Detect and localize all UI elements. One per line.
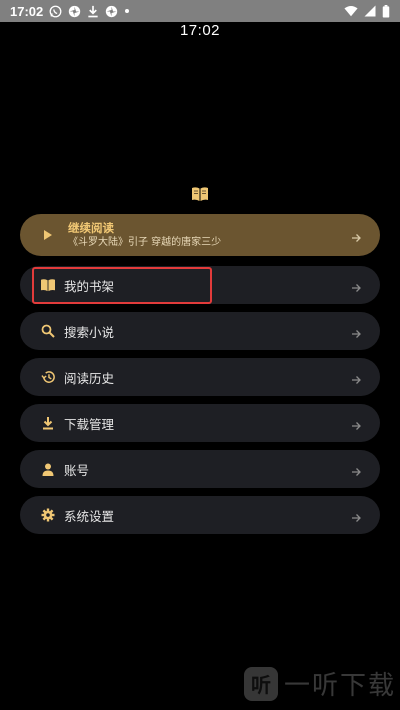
arrow-right-icon bbox=[350, 279, 362, 292]
cellular-icon bbox=[364, 5, 376, 17]
main-menu: 继续阅读 《斗罗大陆》引子 穿越的唐家三少 我的书架 搜索小说 阅读历史 下载管… bbox=[20, 214, 380, 542]
system-settings-label: 系统设置 bbox=[64, 508, 115, 524]
download-icon bbox=[87, 5, 99, 18]
battery-icon bbox=[382, 4, 390, 18]
arrow-right-icon bbox=[350, 371, 362, 384]
bookshelf-button[interactable]: 我的书架 bbox=[20, 266, 380, 304]
pinwheel-icon bbox=[68, 5, 81, 18]
history-icon bbox=[40, 369, 56, 385]
account-button[interactable]: 账号 bbox=[20, 450, 380, 488]
status-bar: 17:02 bbox=[0, 0, 400, 22]
status-right bbox=[344, 4, 390, 18]
watermark: 听 一听下载 bbox=[243, 665, 396, 702]
download-manager-button[interactable]: 下载管理 bbox=[20, 404, 380, 442]
gear-icon bbox=[40, 507, 56, 523]
arrow-right-icon bbox=[350, 417, 362, 430]
book-icon bbox=[191, 186, 209, 202]
arrow-right-icon bbox=[350, 509, 362, 522]
continue-reading-text: 继续阅读 《斗罗大陆》引子 穿越的唐家三少 bbox=[64, 221, 350, 250]
continue-reading-title: 继续阅读 bbox=[68, 220, 114, 235]
search-novel-label: 搜索小说 bbox=[64, 324, 115, 340]
wifi-icon bbox=[344, 5, 358, 17]
clock: 17:02 bbox=[179, 22, 221, 39]
arrow-right-icon bbox=[350, 463, 362, 476]
play-icon bbox=[40, 227, 56, 243]
status-time: 17:02 bbox=[10, 3, 44, 19]
watermark-logo: 听 bbox=[243, 666, 278, 701]
account-label: 账号 bbox=[64, 462, 90, 478]
bookshelf-label: 我的书架 bbox=[64, 278, 115, 294]
whatsapp-icon bbox=[49, 5, 62, 18]
pinwheel-icon bbox=[105, 5, 118, 18]
continue-reading-subtitle: 《斗罗大陆》引子 穿越的唐家三少 bbox=[68, 236, 222, 248]
watermark-text: 一听下载 bbox=[283, 671, 396, 701]
arrow-right-icon bbox=[350, 229, 362, 242]
reading-history-label: 阅读历史 bbox=[64, 370, 115, 386]
person-icon bbox=[40, 461, 56, 477]
arrow-right-icon bbox=[350, 325, 362, 338]
download-icon bbox=[40, 415, 56, 431]
status-left: 17:02 bbox=[10, 4, 130, 19]
book-icon bbox=[40, 277, 56, 293]
reading-history-button[interactable]: 阅读历史 bbox=[20, 358, 380, 396]
download-manager-label: 下载管理 bbox=[64, 416, 115, 432]
search-novel-button[interactable]: 搜索小说 bbox=[20, 312, 380, 350]
system-settings-button[interactable]: 系统设置 bbox=[20, 496, 380, 534]
search-icon bbox=[40, 323, 56, 339]
dot-icon bbox=[124, 8, 130, 14]
continue-reading-button[interactable]: 继续阅读 《斗罗大陆》引子 穿越的唐家三少 bbox=[20, 214, 380, 256]
